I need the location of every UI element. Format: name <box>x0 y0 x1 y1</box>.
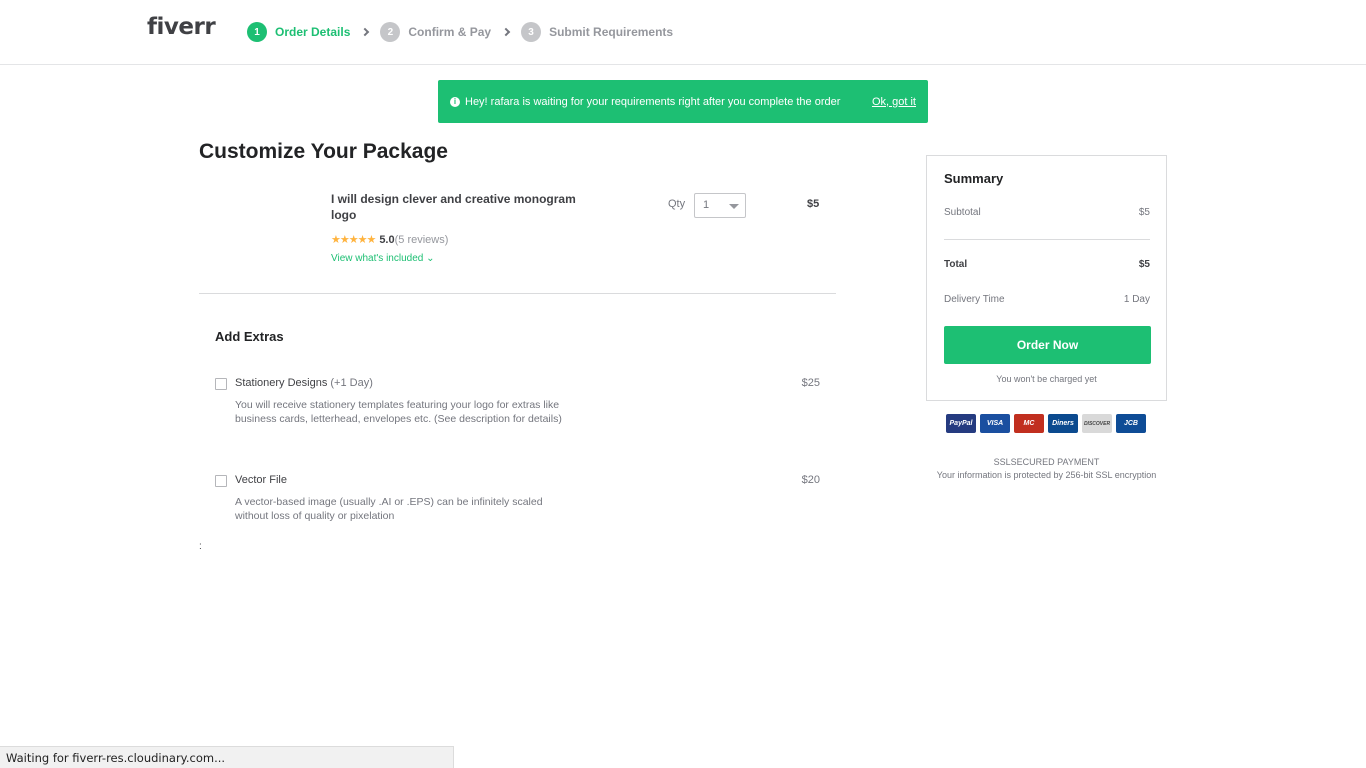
step-number: 3 <box>521 22 542 42</box>
jcb-icon: JCB <box>1116 414 1146 433</box>
add-extras-title: Add Extras <box>215 329 284 344</box>
info-icon: i <box>450 96 460 107</box>
extra-description: You will receive stationery templates fe… <box>235 399 562 425</box>
step-label: Submit Requirements <box>549 25 674 39</box>
extra-name: Stationery Designs (+1 Day) <box>235 377 373 389</box>
payment-methods: PayPal VISA MC Diners DISCOVER JCB <box>946 414 1146 433</box>
chevron-right-icon <box>361 27 370 37</box>
chevron-down-icon <box>729 204 739 209</box>
qty-value: 1 <box>703 199 710 211</box>
order-summary: Summary Subtotal $5 Total $5 Delivery Ti… <box>926 155 1167 401</box>
total-value: $5 <box>1138 259 1150 270</box>
top-header: fiverr 1 Order Details 2 Confirm & Pay 3… <box>0 0 1366 65</box>
view-included-link[interactable]: View what's included ⌄ <box>331 253 435 264</box>
browser-status-bar: Waiting for fiverr-res.cloudinary.com... <box>0 746 454 768</box>
ssl-title: SSLSECURED PAYMENT <box>993 457 1100 467</box>
subtotal-value: $5 <box>1138 207 1150 218</box>
requirements-notice: i Hey! rafara is waiting for your requir… <box>438 80 928 123</box>
mastercard-icon: MC <box>1014 414 1044 433</box>
summary-title: Summary <box>944 171 1004 186</box>
extra-name-text: Vector File <box>235 474 287 486</box>
discover-icon: DISCOVER <box>1082 414 1112 433</box>
fiverr-logo[interactable]: fiverr <box>147 14 216 40</box>
stray-colon: : <box>199 541 202 552</box>
extra-time-suffix: (+1 Day) <box>327 377 373 389</box>
ssl-secured-note: SSLSECURED PAYMENT Your information is p… <box>926 456 1167 482</box>
delivery-row: Delivery Time 1 Day <box>944 294 1150 305</box>
summary-divider <box>944 239 1150 240</box>
total-label: Total <box>944 259 968 270</box>
ssl-text: Your information is protected by 256-bit… <box>936 470 1157 480</box>
gig-price: $5 <box>807 198 820 210</box>
step-number: 1 <box>247 22 267 42</box>
extra-checkbox[interactable] <box>215 378 227 390</box>
gig-rating: ★★★★★ 5.0 (5 reviews) <box>331 233 449 247</box>
paypal-icon: PayPal <box>946 414 976 433</box>
extra-name-text: Stationery Designs <box>235 377 328 389</box>
step-confirm-pay: 2 Confirm & Pay <box>380 22 491 42</box>
step-order-details: 1 Order Details <box>247 22 350 42</box>
step-label: Confirm & Pay <box>408 25 492 39</box>
chevron-right-icon <box>501 27 511 37</box>
subtotal-row: Subtotal $5 <box>944 207 1150 218</box>
star-rating-icon: ★★★★★ <box>331 234 376 246</box>
checkout-steps: 1 Order Details 2 Confirm & Pay 3 Submit… <box>247 22 673 42</box>
order-now-button[interactable]: Order Now <box>944 326 1151 364</box>
extra-price: $25 <box>801 377 820 389</box>
delivery-value: 1 Day <box>1123 294 1150 305</box>
visa-icon: VISA <box>980 414 1010 433</box>
extra-checkbox[interactable] <box>215 475 227 487</box>
page-title: Customize Your Package <box>199 140 448 163</box>
qty-label: Qty <box>668 198 686 210</box>
delivery-label: Delivery Time <box>944 294 1005 305</box>
gig-title: I will design clever and creative monogr… <box>331 192 576 222</box>
section-divider <box>199 293 836 294</box>
no-charge-note: You won't be charged yet <box>996 374 1097 384</box>
extra-price: $20 <box>801 474 820 486</box>
qty-select[interactable]: 1 <box>694 193 746 218</box>
step-number: 2 <box>380 22 401 42</box>
rating-value: 5.0 <box>379 233 395 246</box>
diners-club-icon: Diners <box>1048 414 1078 433</box>
review-count: (5 reviews) <box>394 233 449 246</box>
extra-description: A vector-based image (usually .AI or .EP… <box>235 496 543 522</box>
ok-got-it-link[interactable]: Ok, got it <box>872 96 916 108</box>
step-label: Order Details <box>275 25 351 39</box>
total-row: Total $5 <box>944 259 1150 270</box>
subtotal-label: Subtotal <box>944 207 981 218</box>
notice-text: Hey! rafara is waiting for your requirem… <box>465 95 841 108</box>
step-submit-requirements: 3 Submit Requirements <box>521 22 673 42</box>
extra-name: Vector File <box>235 474 287 486</box>
